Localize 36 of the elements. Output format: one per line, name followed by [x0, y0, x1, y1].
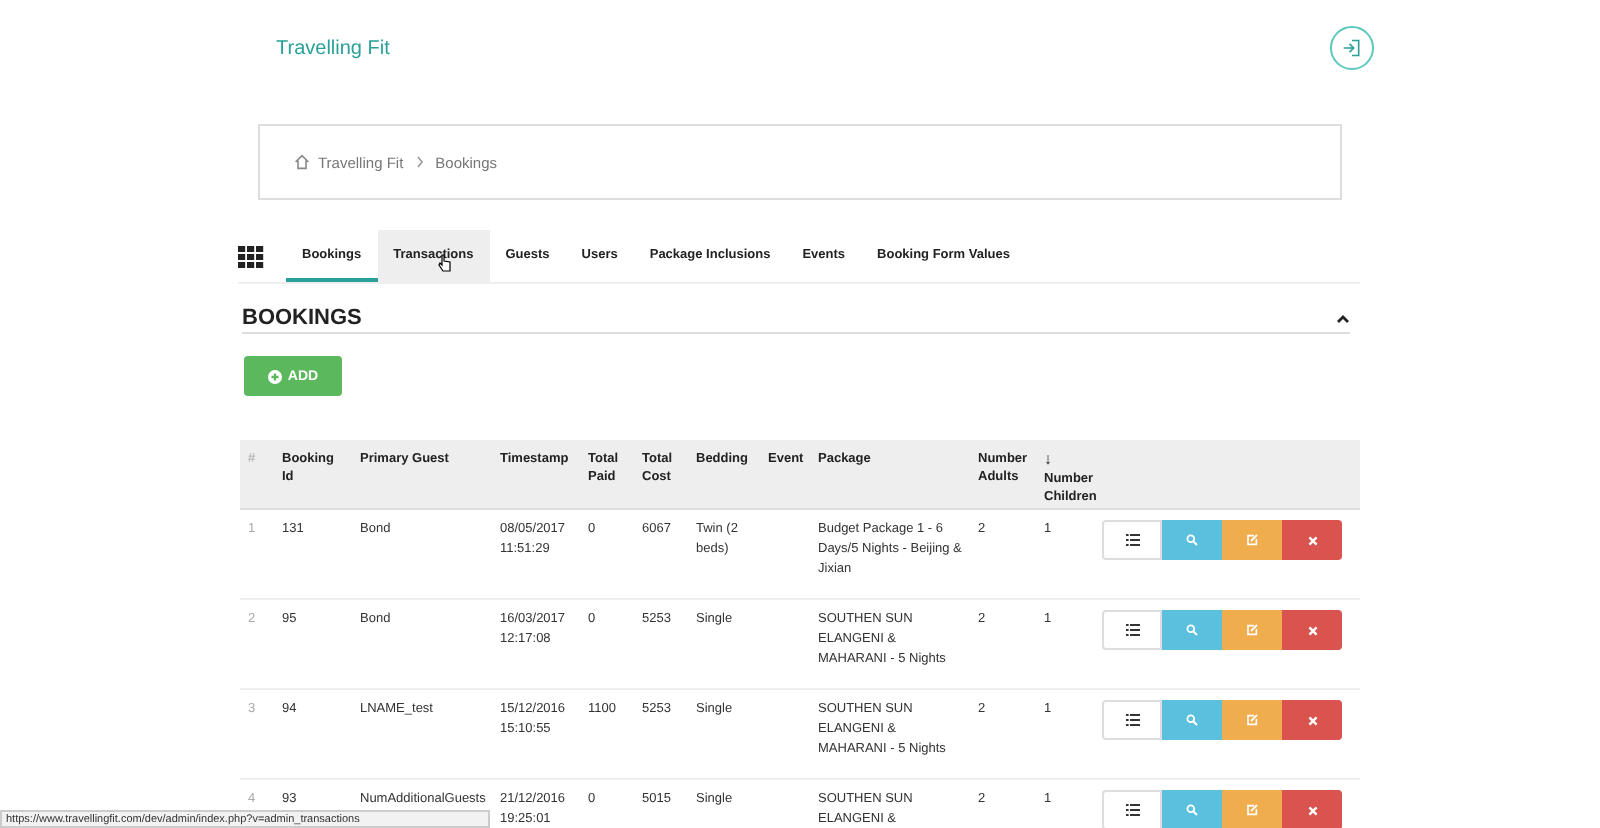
- apps-grid-icon[interactable]: [238, 245, 264, 267]
- delete-button[interactable]: [1282, 610, 1342, 650]
- plus-circle-icon: [267, 369, 282, 383]
- list-button[interactable]: [1102, 700, 1162, 740]
- home-icon: [294, 154, 310, 170]
- list-icon: [1125, 624, 1139, 636]
- search-icon: [1186, 714, 1198, 726]
- list-button[interactable]: [1102, 790, 1162, 828]
- edit-button[interactable]: [1222, 610, 1282, 650]
- edit-icon: [1246, 534, 1258, 546]
- list-button[interactable]: [1102, 520, 1162, 560]
- edit-button[interactable]: [1222, 790, 1282, 828]
- list-icon: [1125, 714, 1139, 726]
- logout-icon: [1342, 38, 1362, 58]
- delete-button[interactable]: [1282, 700, 1342, 740]
- edit-icon: [1246, 624, 1258, 636]
- edit-button[interactable]: [1222, 700, 1282, 740]
- edit-icon: [1246, 714, 1258, 726]
- close-icon: [1307, 625, 1317, 635]
- close-icon: [1307, 715, 1317, 725]
- search-icon: [1186, 624, 1198, 636]
- close-icon: [1307, 535, 1317, 545]
- section-title: BOOKINGS: [242, 306, 362, 330]
- list-icon: [1125, 804, 1139, 816]
- edit-button[interactable]: [1222, 520, 1282, 560]
- list-icon: [1125, 534, 1139, 546]
- close-icon: [1307, 805, 1317, 815]
- list-button[interactable]: [1102, 610, 1162, 650]
- logout-button[interactable]: [1330, 26, 1374, 70]
- edit-icon: [1246, 804, 1258, 816]
- search-icon: [1186, 804, 1198, 816]
- delete-button[interactable]: [1282, 790, 1342, 828]
- delete-button[interactable]: [1282, 520, 1342, 560]
- chevron-icon: [415, 156, 424, 168]
- search-icon: [1186, 534, 1198, 546]
- collapse-icon[interactable]: [1336, 313, 1350, 323]
